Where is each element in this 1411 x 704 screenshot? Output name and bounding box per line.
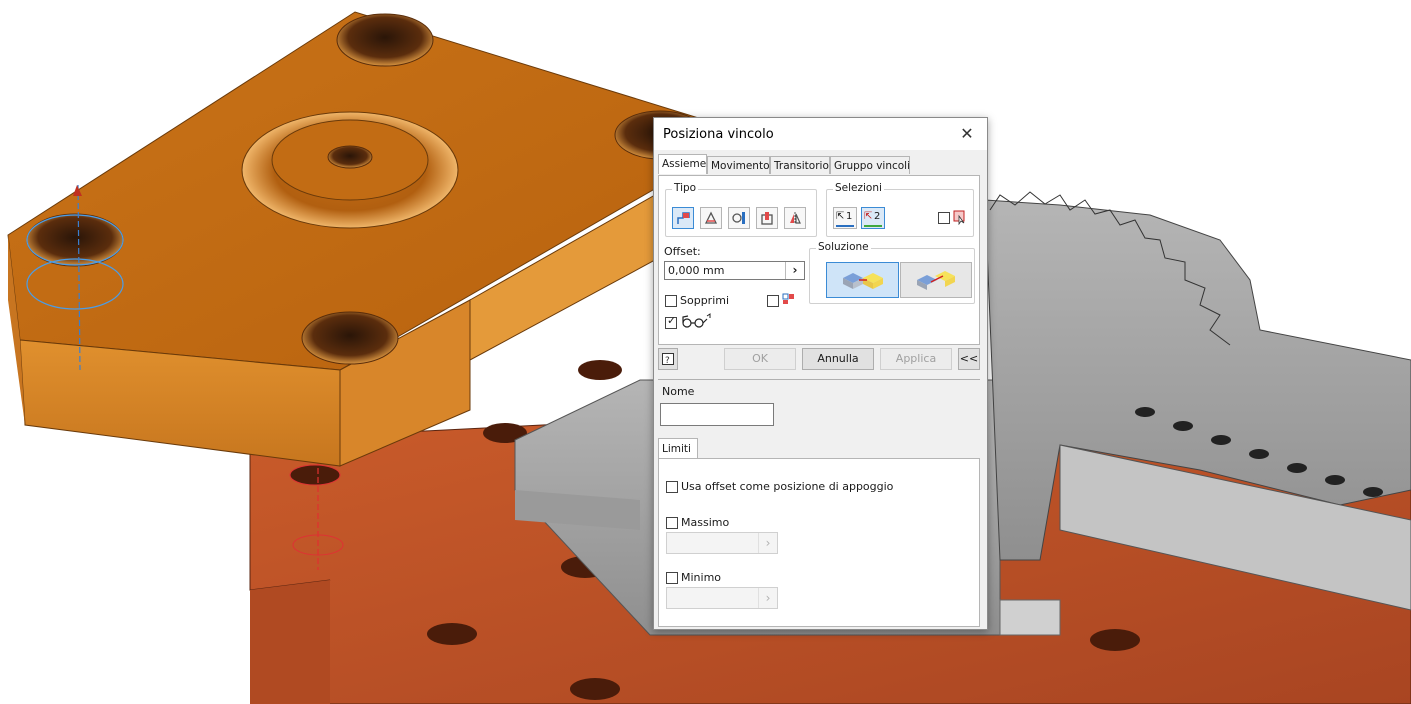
soluzione-group: Soluzione [809,241,975,304]
tipo-label: Tipo [672,182,699,194]
minimo-label: Minimo [681,571,722,584]
offset-label: Offset: [664,245,701,258]
tab-gruppo-vincoli[interactable]: Gruppo vincoli [830,156,910,174]
minimo-checkbox[interactable] [666,572,678,584]
close-icon[interactable]: ✕ [955,123,979,145]
tab-assieme[interactable]: Assieme [658,154,707,174]
offset-arrow-button[interactable]: › [785,262,804,279]
mate-solution-icon[interactable] [826,262,899,298]
assieme-panel: Tipo Selezioni ⇱ 1 ⇱ 2 Offset: 0,000 mm … [658,175,980,345]
show-preview-icon [680,313,712,329]
minimo-arrow-icon: › [758,588,777,608]
predict-offset-checkbox[interactable] [767,295,779,307]
applica-button[interactable]: Applica [880,348,952,370]
ok-button[interactable]: OK [724,348,796,370]
annulla-button[interactable]: Annulla [802,348,874,370]
massimo-label: Massimo [681,516,730,529]
sopprimi-checkbox[interactable] [665,295,677,307]
pick-part-first-checkbox[interactable] [938,212,950,224]
mate-icon[interactable] [672,207,694,229]
collapse-button[interactable]: << [958,348,980,370]
tangent-icon[interactable] [728,207,750,229]
usa-offset-checkbox[interactable] [666,481,678,493]
selection-2-label: 2 [874,211,881,222]
tab-movimento[interactable]: Movimento [707,156,770,174]
selezioni-group: Selezioni ⇱ 1 ⇱ 2 [826,182,974,237]
show-preview-checkbox[interactable]: ✓ [665,315,677,329]
soluzione-label: Soluzione [816,241,871,253]
sopprimi-label: Sopprimi [680,294,730,307]
selezioni-label: Selezioni [833,182,884,194]
massimo-input: › [666,532,778,554]
predict-offset-icon [782,292,796,306]
offset-input[interactable]: 0,000 mm › [664,261,805,280]
selection-2-button[interactable]: ⇱ 2 [861,207,885,229]
angle-icon[interactable] [700,207,722,229]
selection-1-label: 1 [846,211,853,222]
insert-icon[interactable] [756,207,778,229]
tab-limiti[interactable]: Limiti [658,438,698,459]
place-constraint-dialog: Posiziona vincolo ✕ Assieme Movimento Tr… [653,117,988,630]
massimo-arrow-icon: › [758,533,777,553]
nome-label: Nome [662,385,695,398]
help-icon[interactable]: ? [658,348,678,370]
selection-1-button[interactable]: ⇱ 1 [833,207,857,229]
dialog-separator [658,379,980,380]
orange-bracket-part[interactable] [7,11,706,467]
nome-input[interactable] [660,403,774,426]
tab-transitorio[interactable]: Transitorio [770,156,830,174]
offset-value: 0,000 mm [668,264,725,277]
svg-text:?: ? [665,356,670,365]
flush-solution-icon[interactable] [900,262,972,298]
usa-offset-label: Usa offset come posizione di appoggio [681,480,894,493]
pick-part-first-icon [953,209,967,226]
massimo-checkbox[interactable] [666,517,678,529]
tipo-group: Tipo [665,182,817,237]
minimo-input: › [666,587,778,609]
dialog-title: Posiziona vincolo [663,127,774,142]
dialog-titlebar[interactable]: Posiziona vincolo ✕ [654,118,987,150]
symmetry-icon[interactable] [784,207,806,229]
limiti-panel: Usa offset come posizione di appoggio Ma… [658,458,980,627]
